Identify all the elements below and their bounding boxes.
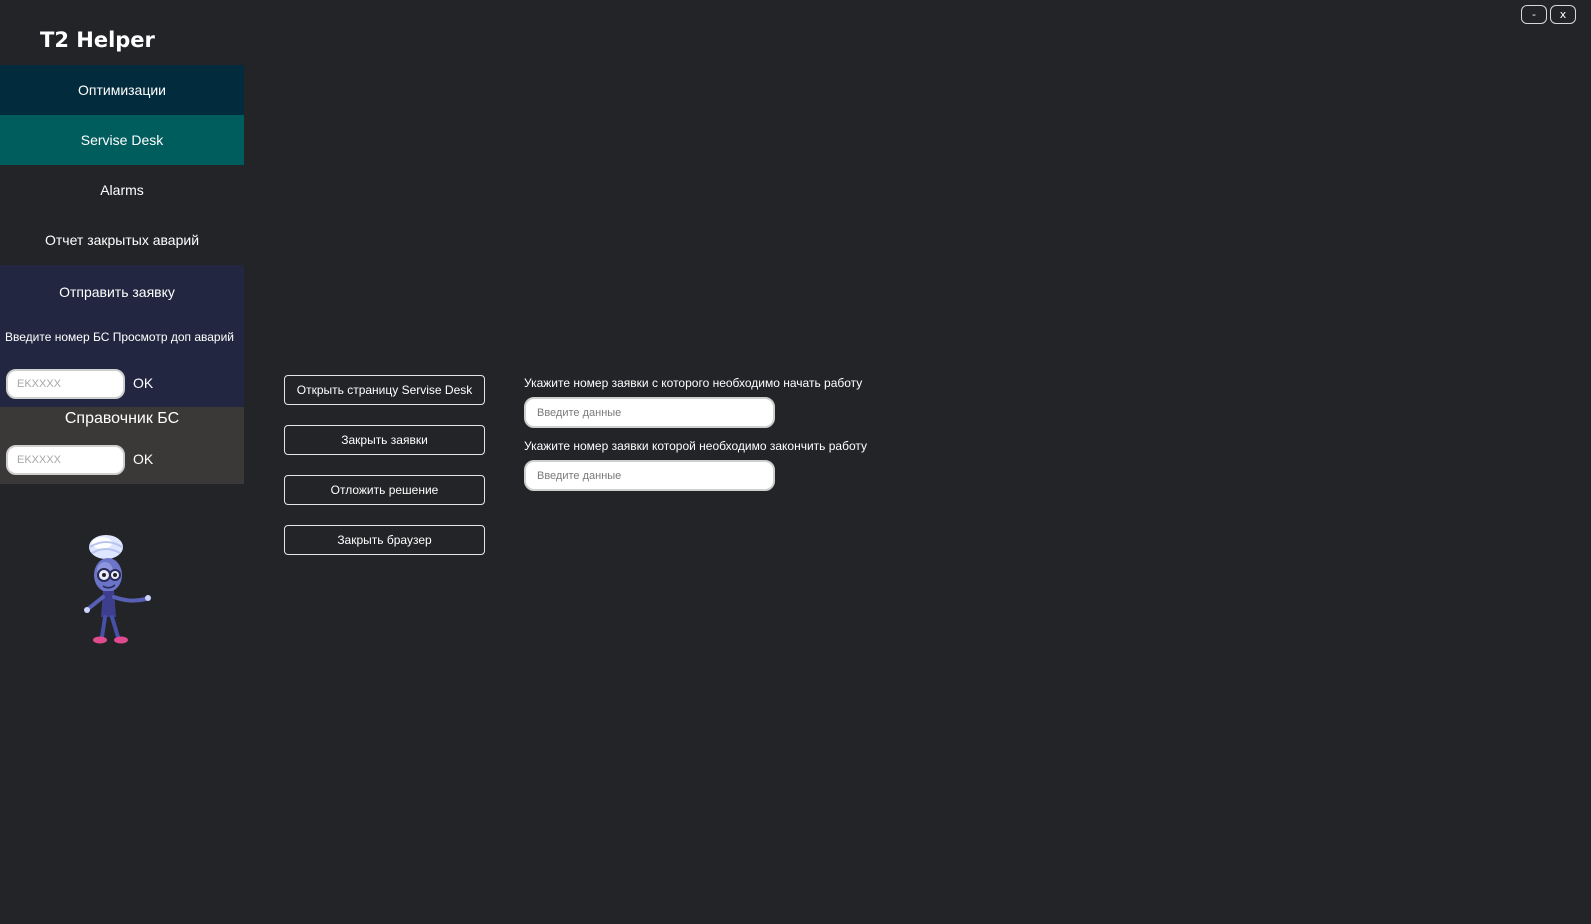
bs-number-input[interactable] xyxy=(6,369,125,399)
bs-number-ok-button[interactable]: OK xyxy=(133,375,153,391)
bs-reference-panel: Справочник БС OK xyxy=(0,407,244,484)
app-title: T2 Helper xyxy=(40,28,155,52)
bs-reference-title: Справочник БС xyxy=(64,410,180,427)
send-request-title[interactable]: Отправить заявку xyxy=(0,284,234,300)
open-servise-desk-button[interactable]: Открыть страницу Servise Desk xyxy=(284,375,485,405)
start-request-input[interactable] xyxy=(524,397,775,428)
bs-reference-input[interactable] xyxy=(6,445,125,475)
send-request-panel: Отправить заявку Введите номер БС Просмо… xyxy=(0,265,244,407)
bs-reference-ok-button[interactable]: OK xyxy=(133,451,153,467)
app-window: - x T2 Helper Оптимизации Servise Desk A… xyxy=(0,0,1591,924)
close-requests-button[interactable]: Закрыть заявки xyxy=(284,425,485,455)
sidebar-item-alarms[interactable]: Alarms xyxy=(0,165,244,215)
close-browser-button[interactable]: Закрыть браузер xyxy=(284,525,485,555)
sidebar-item-closed-alarms-report[interactable]: Отчет закрытых аварий xyxy=(0,215,244,265)
sidebar-item-optimizations[interactable]: Оптимизации xyxy=(0,65,244,115)
start-request-label: Укажите номер заявки с которого необходи… xyxy=(524,376,863,390)
postpone-solution-button[interactable]: Отложить решение xyxy=(284,475,485,505)
end-request-label: Укажите номер заявки которой необходимо … xyxy=(524,439,868,453)
end-request-input[interactable] xyxy=(524,460,775,491)
mascot-character-icon xyxy=(84,535,151,644)
close-window-button[interactable]: x xyxy=(1550,5,1576,24)
minimize-button[interactable]: - xyxy=(1521,5,1547,24)
sidebar-item-servise-desk[interactable]: Servise Desk xyxy=(0,115,244,165)
bs-number-hint: Введите номер БС Просмотр доп аварий xyxy=(5,330,235,344)
